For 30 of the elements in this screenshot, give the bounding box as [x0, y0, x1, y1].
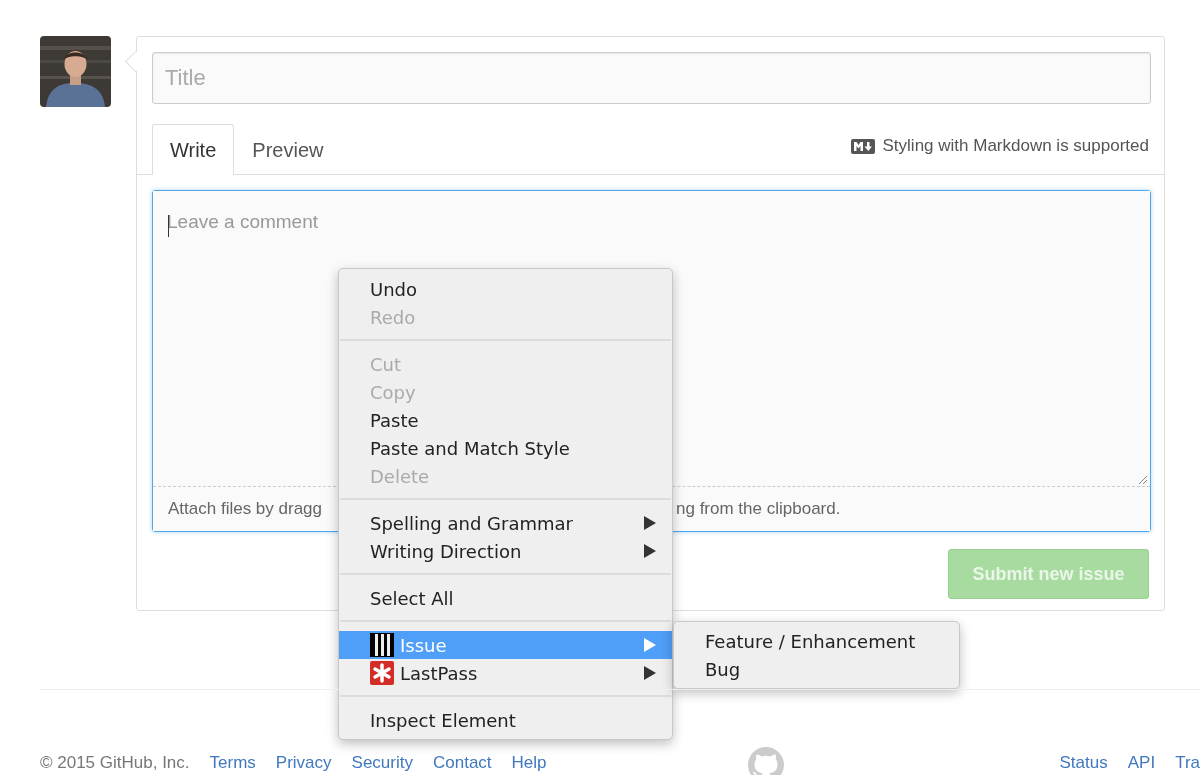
- footer-link[interactable]: Privacy: [275, 753, 332, 773]
- menu-item[interactable]: Writing Direction: [339, 537, 672, 565]
- menu-item[interactable]: Undo: [339, 275, 672, 303]
- editor-tab[interactable]: Write: [152, 124, 235, 175]
- menu-item[interactable]: Spelling and Grammar: [339, 509, 672, 537]
- footer-link[interactable]: Tra: [1175, 753, 1200, 773]
- menu-item[interactable]: Feature / Enhancement: [674, 627, 959, 655]
- menu-item[interactable]: LastPass: [339, 659, 672, 687]
- footer-link[interactable]: Status: [1059, 753, 1108, 773]
- footer-link[interactable]: Security: [351, 753, 413, 773]
- footer-link[interactable]: API: [1127, 753, 1156, 773]
- asterisk-icon: [370, 661, 394, 685]
- menu-item[interactable]: Inspect Element: [339, 706, 672, 734]
- editor-tab[interactable]: Preview: [234, 124, 342, 175]
- menu-item[interactable]: Paste: [339, 406, 672, 434]
- footer-link[interactable]: Help: [511, 753, 547, 773]
- menu-item[interactable]: Select All: [339, 584, 672, 612]
- title-field[interactable]: Title: [152, 52, 1151, 104]
- markdown-note: Styling with Markdown is supported: [882, 136, 1149, 156]
- menu-item[interactable]: Paste and Match Style: [339, 434, 672, 462]
- menu-item[interactable]: Bug: [674, 655, 959, 683]
- footer-link[interactable]: Terms: [209, 753, 256, 773]
- footer-link[interactable]: Contact: [433, 753, 492, 773]
- menu-item[interactable]: Issue: [339, 631, 672, 659]
- attach-hint: ng from the clipboard.: [676, 499, 841, 519]
- markdown-icon: [850, 138, 875, 154]
- resize-grip-icon[interactable]: [1138, 475, 1148, 485]
- bars-icon: [370, 633, 394, 657]
- copyright-text: © 2015 GitHub, Inc.: [40, 753, 190, 773]
- attach-hint: Attach files by dragg: [168, 499, 324, 519]
